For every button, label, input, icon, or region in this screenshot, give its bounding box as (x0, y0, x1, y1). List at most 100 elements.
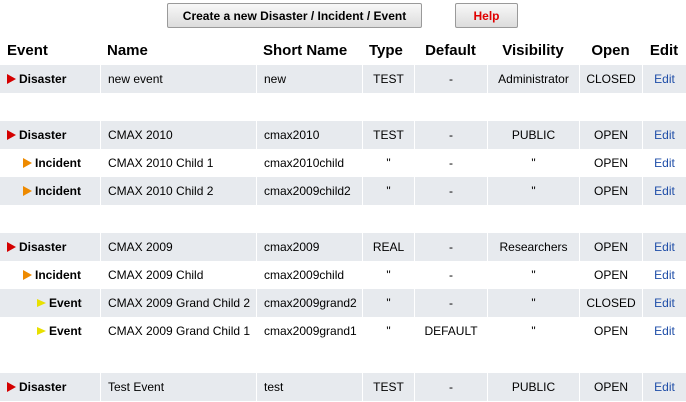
short-name-cell: cmax2009child (256, 261, 362, 289)
name-cell: Test Event (100, 373, 256, 401)
event-type-label: Incident (35, 184, 82, 198)
edit-link[interactable]: Edit (654, 268, 675, 282)
event-cell[interactable]: Incident (0, 261, 100, 289)
event-cell[interactable]: Disaster (0, 233, 100, 261)
default-cell: DEFAULT (414, 317, 487, 345)
visibility-cell: " (487, 289, 579, 317)
visibility-cell: PUBLIC (487, 121, 579, 149)
visibility-cell: Researchers (487, 233, 579, 261)
table-row: Event CMAX 2009 Grand Child 2 cmax2009gr… (0, 289, 686, 317)
type-cell: " (362, 149, 414, 177)
event-type-label: Incident (35, 268, 82, 282)
default-cell: - (414, 65, 487, 93)
edit-cell: Edit (642, 289, 686, 317)
short-name-cell: cmax2010 (256, 121, 362, 149)
default-cell: - (414, 177, 487, 205)
short-name-cell: cmax2009grand1 (256, 317, 362, 345)
table-row: Disaster Test Event test TEST - PUBLIC O… (0, 373, 686, 401)
incident-triangle-icon (23, 185, 32, 196)
open-cell: OPEN (579, 121, 642, 149)
short-name-cell: cmax2009grand2 (256, 289, 362, 317)
event-type-label: Disaster (19, 380, 67, 394)
column-header-edit: Edit (649, 41, 679, 59)
open-cell: CLOSED (579, 289, 642, 317)
type-cell: " (362, 261, 414, 289)
open-cell: OPEN (579, 261, 642, 289)
open-cell: CLOSED (579, 65, 642, 93)
type-cell: TEST (362, 373, 414, 401)
default-cell: - (414, 289, 487, 317)
name-cell: CMAX 2010 (100, 121, 256, 149)
events-table: Event Name Short Name Type Default Visib… (0, 35, 686, 401)
edit-link[interactable]: Edit (654, 296, 675, 310)
edit-cell: Edit (642, 233, 686, 261)
event-cell[interactable]: Incident (0, 177, 100, 205)
table-row: Disaster CMAX 2010 cmax2010 TEST - PUBLI… (0, 121, 686, 149)
group-spacer (0, 345, 686, 373)
help-button[interactable]: Help (455, 3, 518, 28)
event-cell[interactable]: Event (0, 289, 100, 317)
event-type-label: Incident (35, 156, 82, 170)
disaster-triangle-icon (7, 73, 16, 84)
event-cell[interactable]: Disaster (0, 121, 100, 149)
edit-cell: Edit (642, 373, 686, 401)
edit-cell: Edit (642, 65, 686, 93)
name-cell: new event (100, 65, 256, 93)
name-cell: CMAX 2010 Child 2 (100, 177, 256, 205)
short-name-cell: cmax2009 (256, 233, 362, 261)
edit-cell: Edit (642, 149, 686, 177)
event-cell[interactable]: Disaster (0, 65, 100, 93)
name-cell: CMAX 2009 (100, 233, 256, 261)
event-triangle-icon (37, 298, 46, 307)
column-header-visibility: Visibility (502, 41, 564, 59)
group-spacer (0, 93, 686, 121)
table-row: Incident CMAX 2009 Child cmax2009child "… (0, 261, 686, 289)
disaster-triangle-icon (7, 241, 16, 252)
edit-cell: Edit (642, 121, 686, 149)
edit-link[interactable]: Edit (654, 128, 675, 142)
create-event-button[interactable]: Create a new Disaster / Incident / Event (167, 3, 422, 28)
column-header-open: Open (591, 41, 630, 59)
visibility-cell: " (487, 317, 579, 345)
type-cell: " (362, 177, 414, 205)
open-cell: OPEN (579, 233, 642, 261)
edit-link[interactable]: Edit (654, 240, 675, 254)
event-type-label: Event (49, 296, 82, 310)
visibility-cell: Administrator (487, 65, 579, 93)
edit-cell: Edit (642, 177, 686, 205)
edit-link[interactable]: Edit (654, 156, 675, 170)
incident-triangle-icon (23, 157, 32, 168)
type-cell: " (362, 289, 414, 317)
edit-link[interactable]: Edit (654, 324, 675, 338)
event-type-label: Disaster (19, 72, 67, 86)
edit-cell: Edit (642, 261, 686, 289)
visibility-cell: " (487, 149, 579, 177)
name-cell: CMAX 2009 Grand Child 2 (100, 289, 256, 317)
event-type-label: Disaster (19, 128, 67, 142)
edit-link[interactable]: Edit (654, 72, 675, 86)
group-spacer (0, 205, 686, 233)
short-name-cell: cmax2010child (256, 149, 362, 177)
disaster-triangle-icon (7, 381, 16, 392)
edit-link[interactable]: Edit (654, 184, 675, 198)
event-type-label: Event (49, 324, 82, 338)
table-row: Disaster CMAX 2009 cmax2009 REAL - Resea… (0, 233, 686, 261)
event-cell[interactable]: Incident (0, 149, 100, 177)
edit-link[interactable]: Edit (654, 380, 675, 394)
default-cell: - (414, 261, 487, 289)
table-row: Event CMAX 2009 Grand Child 1 cmax2009gr… (0, 317, 686, 345)
open-cell: OPEN (579, 149, 642, 177)
type-cell: REAL (362, 233, 414, 261)
type-cell: TEST (362, 65, 414, 93)
event-cell[interactable]: Disaster (0, 373, 100, 401)
column-header-short-name: Short Name (263, 41, 348, 59)
name-cell: CMAX 2009 Child (100, 261, 256, 289)
short-name-cell: test (256, 373, 362, 401)
event-cell[interactable]: Event (0, 317, 100, 345)
column-header-name: Name (107, 41, 148, 59)
type-cell: TEST (362, 121, 414, 149)
column-header-default: Default (425, 41, 476, 59)
name-cell: CMAX 2010 Child 1 (100, 149, 256, 177)
open-cell: OPEN (579, 317, 642, 345)
event-type-label: Disaster (19, 240, 67, 254)
